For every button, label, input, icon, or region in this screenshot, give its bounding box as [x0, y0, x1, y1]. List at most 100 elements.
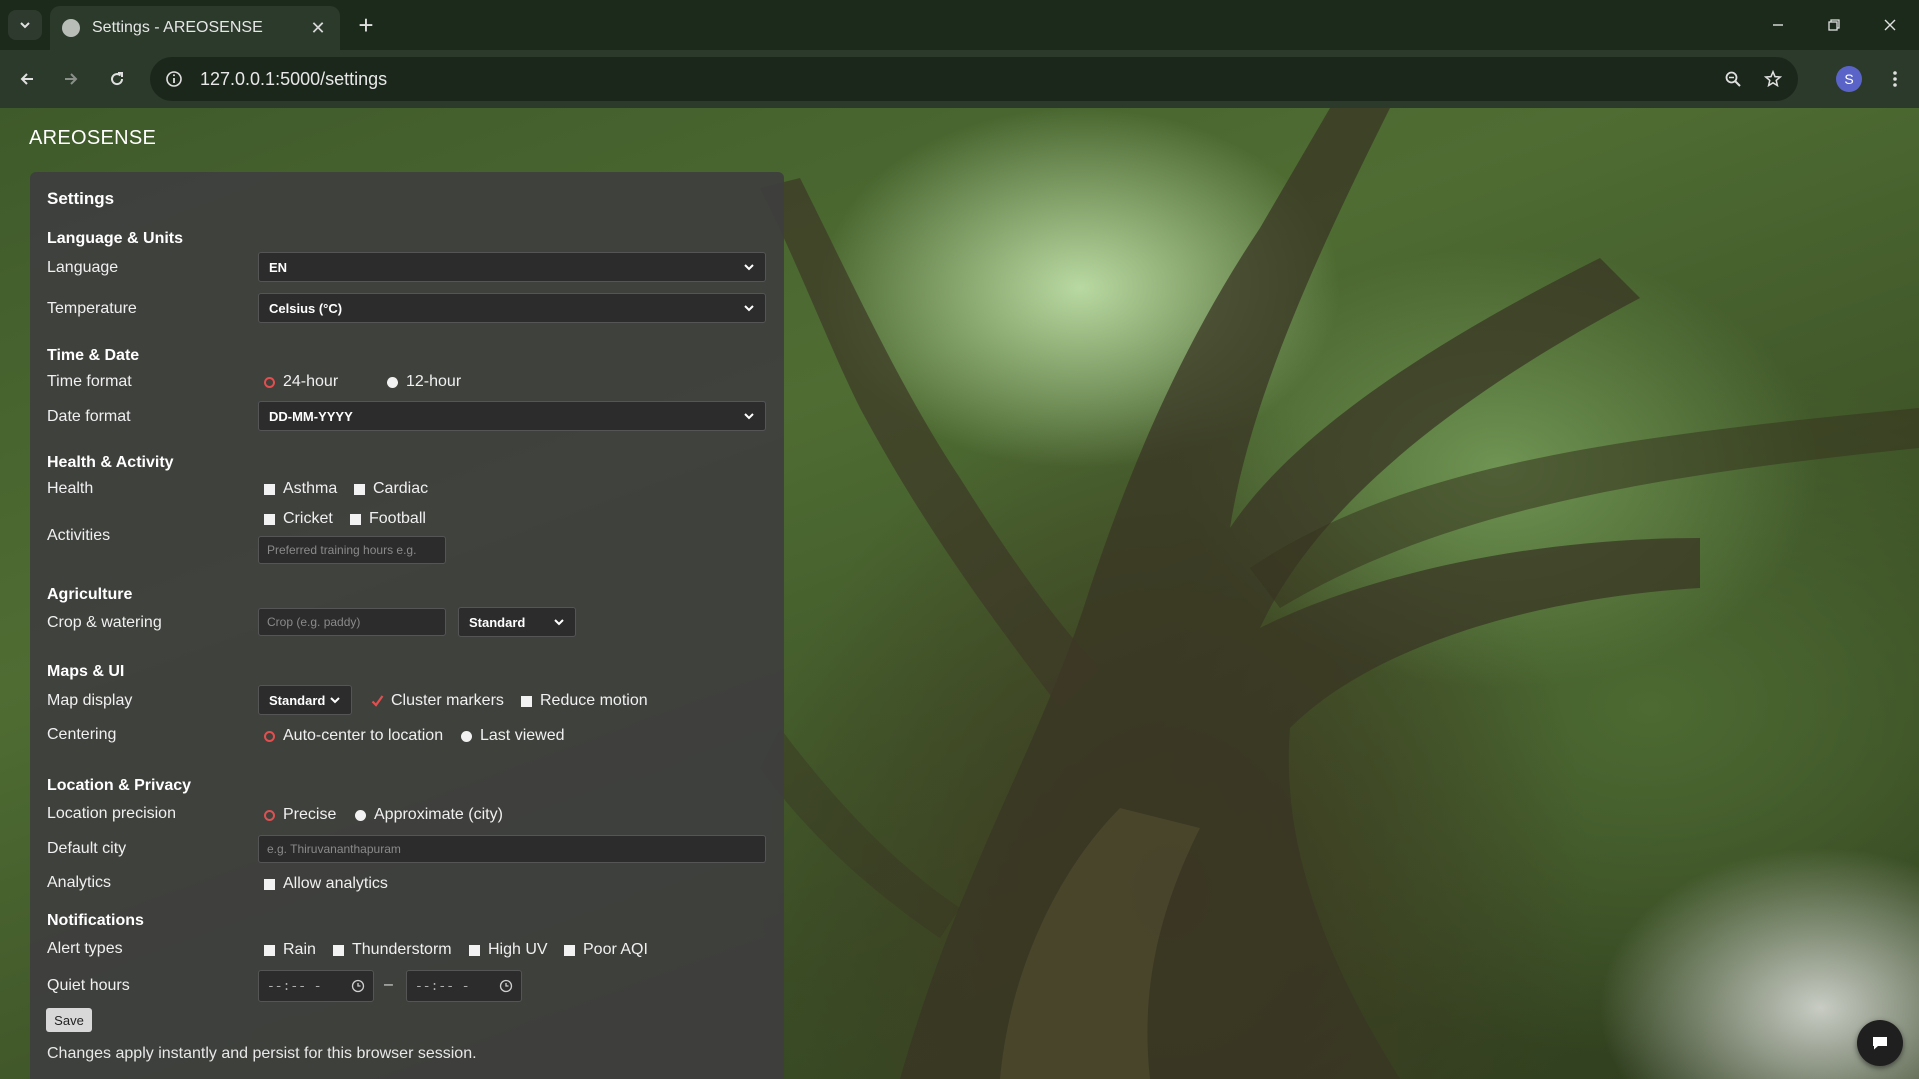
quiet-start-value: --:-- -: [267, 978, 322, 994]
profile-avatar[interactable]: S: [1836, 66, 1862, 92]
checkbox-unchecked[interactable]: [264, 513, 275, 525]
checkbox-unchecked[interactable]: [264, 878, 275, 890]
checkbox-unchecked[interactable]: [264, 944, 275, 956]
date-format-select[interactable]: DD-MM-YYYY: [258, 401, 766, 431]
cricket-label: Cricket: [283, 510, 333, 527]
precision-precise-option[interactable]: Precise: [264, 806, 336, 824]
alert-poor-aqi-option[interactable]: Poor AQI: [564, 941, 648, 959]
centering-auto-option[interactable]: Auto-center to location: [264, 727, 443, 745]
radio-selected[interactable]: [264, 730, 275, 742]
chevron-down-icon: [744, 413, 754, 420]
auto-center-label: Auto-center to location: [283, 727, 444, 744]
browser-tab-active[interactable]: Settings - AREOSENSE ✕: [50, 6, 340, 50]
watering-value: Standard: [469, 614, 526, 630]
section-language-units: Language & Units: [47, 230, 184, 247]
close-window-button[interactable]: [1870, 10, 1910, 40]
alert-rain-option[interactable]: Rain: [264, 941, 316, 959]
reduce-motion-option[interactable]: Reduce motion: [521, 692, 648, 710]
chevron-down-icon: [744, 305, 754, 312]
date-format-value: DD-MM-YYYY: [269, 408, 353, 424]
checkbox-checked[interactable]: [371, 694, 384, 707]
alert-types-label: Alert types: [47, 940, 123, 957]
address-bar[interactable]: 127.0.0.1:5000/settings: [150, 57, 1798, 101]
checkbox-unchecked[interactable]: [354, 483, 365, 495]
save-button[interactable]: Save: [46, 1008, 92, 1032]
browser-menu-button[interactable]: [1880, 64, 1910, 94]
section-time-date: Time & Date: [47, 347, 140, 364]
centering-label: Centering: [47, 726, 117, 743]
allow-analytics-option[interactable]: Allow analytics: [264, 875, 388, 893]
checkbox-unchecked[interactable]: [521, 695, 532, 707]
clock-icon: [351, 979, 365, 993]
checkbox-unchecked[interactable]: [264, 483, 275, 495]
cardiac-label: Cardiac: [373, 480, 429, 497]
temperature-select[interactable]: Celsius (°C): [258, 293, 766, 323]
tab-search-button[interactable]: [8, 10, 42, 40]
centering-last-viewed-option[interactable]: Last viewed: [461, 727, 565, 745]
activity-cricket-option[interactable]: Cricket: [264, 510, 333, 528]
section-notifications: Notifications: [47, 912, 144, 929]
allow-analytics-label: Allow analytics: [283, 875, 388, 892]
radio-selected[interactable]: [264, 376, 275, 388]
time-12h-option[interactable]: 12-hour: [387, 373, 461, 391]
forward-button[interactable]: [56, 64, 86, 94]
time-24h-option[interactable]: 24-hour: [264, 373, 338, 391]
poor-aqi-label: Poor AQI: [583, 941, 648, 958]
precise-label: Precise: [283, 806, 337, 823]
radio-unselected[interactable]: [387, 376, 398, 388]
health-cardiac-option[interactable]: Cardiac: [354, 480, 428, 498]
map-display-label: Map display: [47, 692, 133, 709]
arrow-right-icon: [65, 73, 78, 85]
thunderstorm-label: Thunderstorm: [352, 941, 452, 958]
persistence-note: Changes apply instantly and persist for …: [47, 1045, 477, 1062]
zoom-button[interactable]: [1718, 64, 1748, 94]
cluster-markers-option[interactable]: Cluster markers: [371, 692, 504, 710]
precision-approximate-option[interactable]: Approximate (city): [355, 806, 503, 824]
language-select[interactable]: EN: [258, 252, 766, 282]
approximate-label: Approximate (city): [374, 806, 503, 823]
radio-unselected[interactable]: [461, 730, 472, 742]
default-city-input[interactable]: e.g. Thiruvananthapuram: [258, 835, 766, 863]
checkbox-unchecked[interactable]: [333, 944, 344, 956]
reload-button[interactable]: [102, 64, 132, 94]
section-location-privacy: Location & Privacy: [47, 777, 192, 794]
checkbox-unchecked[interactable]: [564, 944, 575, 956]
restore-icon: [1828, 19, 1840, 31]
minimize-button[interactable]: [1758, 10, 1798, 40]
site-info-button[interactable]: [162, 67, 186, 91]
watering-select[interactable]: Standard: [458, 607, 576, 637]
activity-football-option[interactable]: Football: [350, 510, 426, 528]
chevron-down-icon: [330, 697, 340, 704]
map-style-select[interactable]: Standard: [258, 685, 352, 715]
health-asthma-option[interactable]: Asthma: [264, 480, 337, 498]
map-style-value: Standard: [269, 692, 326, 708]
quiet-end-input[interactable]: --:-- -: [406, 970, 522, 1002]
section-health-activity: Health & Activity: [47, 454, 174, 471]
radio-selected[interactable]: [264, 809, 275, 821]
url-text[interactable]: 127.0.0.1:5000/settings: [200, 69, 1718, 90]
browser-toolbar: 127.0.0.1:5000/settings S: [0, 50, 1919, 108]
alert-high-uv-option[interactable]: High UV: [469, 941, 548, 959]
crop-input[interactable]: Crop (e.g. paddy): [258, 608, 446, 636]
restore-button[interactable]: [1814, 10, 1854, 40]
football-label: Football: [369, 510, 426, 527]
language-label: Language: [47, 259, 119, 276]
radio-unselected[interactable]: [355, 809, 366, 821]
new-tab-button[interactable]: +: [352, 12, 380, 40]
bookmark-button[interactable]: [1758, 64, 1788, 94]
chat-button[interactable]: [1857, 1020, 1903, 1066]
quiet-start-input[interactable]: --:-- -: [258, 970, 374, 1002]
arrow-left-icon: [20, 73, 33, 85]
quiet-hours-label: Quiet hours: [47, 977, 130, 994]
page-title: Settings: [47, 189, 115, 208]
close-tab-icon[interactable]: ✕: [308, 18, 328, 38]
asthma-label: Asthma: [283, 480, 338, 497]
last-viewed-label: Last viewed: [480, 727, 565, 744]
page-viewport: AREOSENSE Settings Language & Units Lang…: [0, 108, 1919, 1079]
checkbox-unchecked[interactable]: [350, 513, 361, 525]
back-button[interactable]: [12, 64, 42, 94]
training-hours-input[interactable]: Preferred training hours e.g.: [258, 536, 446, 564]
checkbox-unchecked[interactable]: [469, 944, 480, 956]
alert-thunderstorm-option[interactable]: Thunderstorm: [333, 941, 452, 959]
chat-icon: [1873, 1037, 1887, 1050]
